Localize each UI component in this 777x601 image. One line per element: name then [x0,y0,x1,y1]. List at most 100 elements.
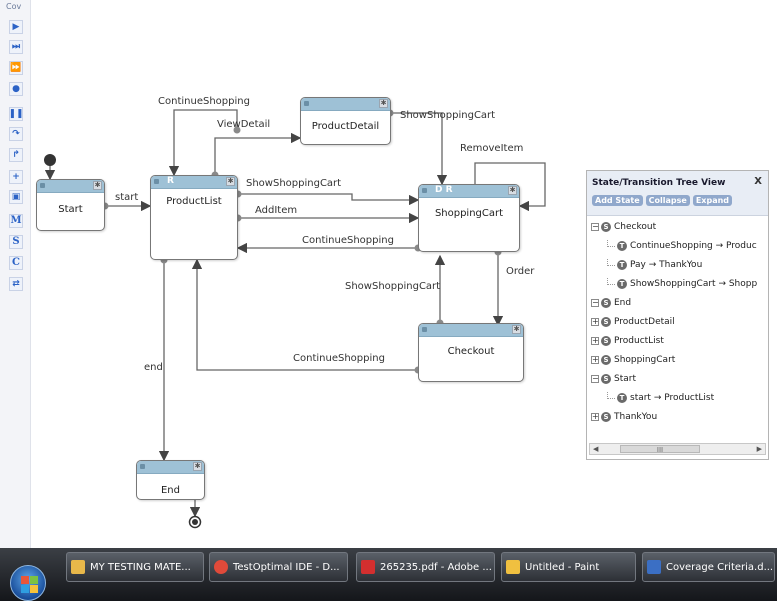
initial-node [44,154,56,166]
label-additem: AddItem [255,205,297,216]
gear-icon[interactable]: ✱ [508,186,517,195]
state-checkout[interactable]: ✱ Checkout [418,323,524,382]
windows-start-button[interactable] [10,565,46,601]
label-start: start [115,192,138,203]
taskbar-item-label: TestOptimal IDE - D... [233,561,340,573]
label-continue-top: ContinueShopping [158,96,250,107]
taskbar-item[interactable]: 265235.pdf - Adobe ... [356,552,495,582]
state-end[interactable]: ✱ End [136,460,205,500]
tree-node-label: Pay → ThankYou [630,260,703,270]
label-showcart-top: ShowShoppingCart [400,110,495,121]
collapse-icon[interactable]: − [591,223,599,231]
word-icon [647,560,661,574]
state-header: D R ✱ [419,185,519,198]
tree-node-label: End [614,298,632,308]
transition-icon: T [617,279,627,289]
state-productdetail[interactable]: ✱ ProductDetail [300,97,391,145]
expand-icon[interactable]: + [591,337,599,345]
scroll-left-icon[interactable]: ◀ [593,444,598,454]
label-showcart-low: ShowShoppingCart [345,281,440,292]
tree-node-label: ProductDetail [614,317,675,327]
tree-node-label: ProductList [614,336,664,346]
state-name: ProductDetail [311,121,380,132]
taskbar-item[interactable]: Untitled - Paint [501,552,636,582]
label-continue-mid: ContinueShopping [302,235,394,246]
taskbar-item[interactable]: MY TESTING MATE... [66,552,204,582]
tree-transition-node[interactable]: T ContinueShopping → Produc [607,238,757,254]
tree-state-node[interactable]: + S ProductDetail [591,314,675,330]
gear-icon[interactable]: ✱ [93,181,102,190]
state-header: R ✱ [151,176,237,189]
gear-icon[interactable]: ✱ [379,99,388,108]
tree-state-node[interactable]: + S ShoppingCart [591,352,675,368]
folder-icon [71,560,85,574]
transition-icon: T [617,241,627,251]
transition-showcart-top[interactable] [390,112,448,186]
label-order: Order [506,266,535,277]
taskbar-item[interactable]: TestOptimal IDE - D... [209,552,348,582]
tree-node-label: ShowShoppingCart → Shopp [630,279,758,289]
gear-icon[interactable]: ✱ [193,462,202,471]
expand-icon[interactable]: + [591,356,599,364]
chrome-icon [214,560,228,574]
tree-state-node[interactable]: − S Checkout [591,219,656,235]
tree-node-label: Start [614,374,636,384]
gear-icon[interactable]: ✱ [226,177,235,186]
add-state-button[interactable]: Add State [592,195,643,206]
tree-panel-header: State/Transition Tree View X Add State C… [587,171,768,216]
paint-icon [506,560,520,574]
transition-icon: T [617,260,627,270]
close-icon[interactable]: X [754,176,762,187]
expand-icon[interactable]: + [591,413,599,421]
state-icon: S [601,355,611,365]
tree-state-node[interactable]: + S ProductList [591,333,664,349]
horizontal-scrollbar[interactable]: ◀ III ▶ [589,443,766,455]
tree-body: − S Checkout T ContinueShopping → Produc T Pay… [587,215,768,439]
scroll-thumb[interactable]: III [620,445,700,454]
state-icon: S [601,222,611,232]
transition-showcart-mid[interactable] [238,193,420,206]
tree-node-label: ThankYou [614,412,658,422]
transition-icon: T [617,393,627,403]
tree-transition-node[interactable]: T ShowShoppingCart → Shopp [607,276,757,292]
state-start[interactable]: ✱ Start [36,179,105,231]
state-name: End [160,485,180,496]
label-viewdetail: ViewDetail [217,119,270,130]
gear-icon[interactable]: ✱ [512,325,521,334]
taskbar-item[interactable]: Coverage Criteria.d... [642,552,775,582]
label-removeitem: RemoveItem [460,143,523,154]
state-icon: S [601,336,611,346]
state-productlist[interactable]: R ✱ ProductList [150,175,238,260]
state-name: Checkout [447,346,495,357]
tree-panel-title: State/Transition Tree View [592,178,726,188]
state-icon: S [601,412,611,422]
taskbar-item-label: MY TESTING MATE... [90,561,191,573]
tree-state-node[interactable]: − S End [591,295,631,311]
state-header: ✱ [301,98,390,111]
collapse-button[interactable]: Collapse [645,195,690,206]
taskbar-item-label: 265235.pdf - Adobe ... [380,561,492,573]
tree-node-label: ShoppingCart [614,355,676,365]
state-name: ProductList [166,196,222,207]
state-header: ✱ [419,324,523,337]
tree-node-label: start → ProductList [630,393,715,403]
expand-button[interactable]: Expand [692,195,733,206]
tree-transition-node[interactable]: T Pay → ThankYou [607,257,702,273]
state-header: ✱ [137,461,204,474]
state-shoppingcart[interactable]: D R ✱ ShoppingCart [418,184,520,252]
scroll-right-icon[interactable]: ▶ [757,444,762,454]
taskbar-item-label: Untitled - Paint [525,561,600,573]
expand-icon[interactable]: + [591,318,599,326]
taskbar-item-label: Coverage Criteria.d... [666,561,774,573]
tree-state-node[interactable]: − S Start [591,371,636,387]
state-header: ✱ [37,180,104,193]
collapse-icon[interactable]: − [591,375,599,383]
state-icon: S [601,374,611,384]
collapse-icon[interactable]: − [591,299,599,307]
tree-node-label: ContinueShopping → Produc [630,241,757,251]
tree-state-node[interactable]: + S ThankYou [591,409,657,425]
transition-viewdetail[interactable] [214,132,302,175]
state-transition-tree-panel: State/Transition Tree View X Add State C… [586,170,769,460]
label-end: end [144,362,163,373]
tree-transition-node[interactable]: Tstart → ProductList [607,390,714,406]
